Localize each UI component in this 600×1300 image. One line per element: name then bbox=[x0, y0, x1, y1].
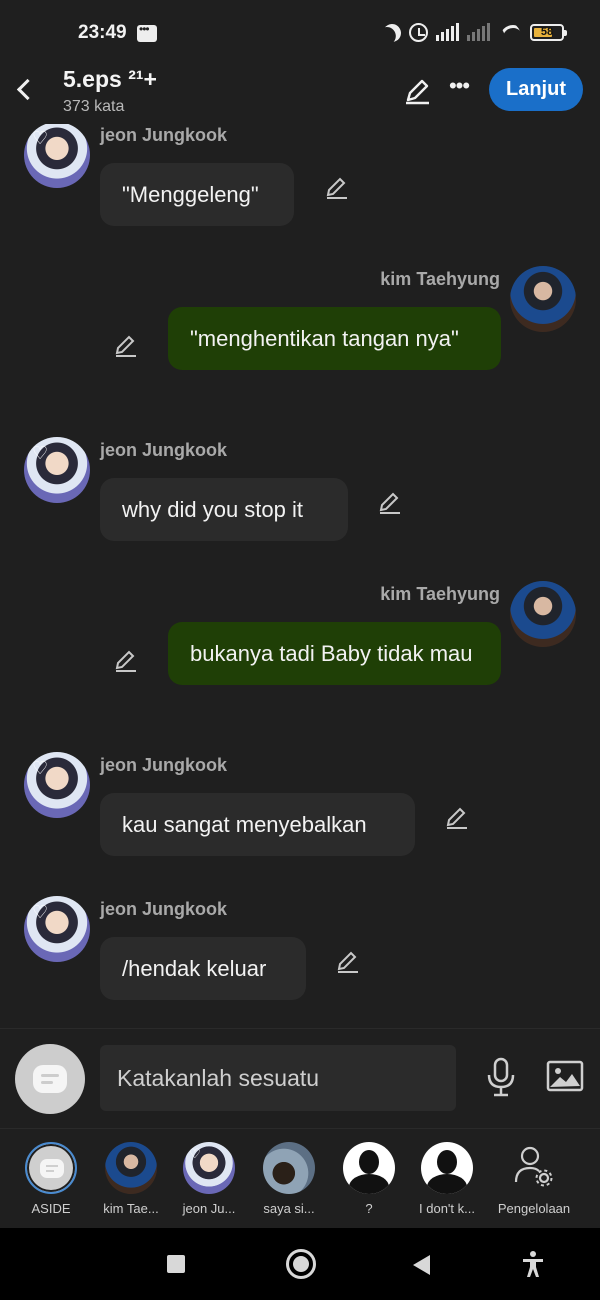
avatar-taehyung[interactable] bbox=[510, 581, 576, 647]
recent-apps-icon[interactable] bbox=[167, 1255, 185, 1273]
cast-taehyung[interactable]: kim Tae... bbox=[90, 1139, 172, 1225]
avatar-jungkook[interactable]: ♡ bbox=[24, 752, 90, 818]
microphone-icon[interactable] bbox=[484, 1056, 518, 1098]
heart-icon: ♡ bbox=[32, 443, 49, 463]
cast-label: kim Tae... bbox=[103, 1201, 159, 1216]
image-icon[interactable] bbox=[546, 1059, 584, 1093]
cast-label: saya si... bbox=[263, 1201, 315, 1216]
alarm-icon bbox=[409, 22, 428, 42]
cast-label: ASIDE bbox=[31, 1201, 71, 1216]
avatar-silhouette bbox=[343, 1142, 395, 1194]
message-bubble[interactable]: "menghentikan tangan nya" bbox=[168, 307, 501, 370]
signal-icon bbox=[436, 23, 459, 41]
edit-message-icon[interactable] bbox=[376, 489, 404, 517]
heart-icon: ♡ bbox=[32, 902, 49, 922]
back-button[interactable] bbox=[14, 76, 38, 102]
message-bubble[interactable]: /hendak keluar bbox=[100, 937, 306, 1000]
story-title: 5.eps ²¹+ bbox=[63, 66, 157, 92]
message-bubble[interactable]: why did you stop it bbox=[100, 478, 348, 541]
sender-name: jeon Jungkook bbox=[100, 899, 228, 919]
aside-toggle-button[interactable] bbox=[15, 1044, 85, 1114]
cast-management-button[interactable]: Pengelolaan bbox=[492, 1139, 576, 1225]
avatar-jungkook[interactable]: ♡ bbox=[24, 896, 90, 962]
edit-message-icon[interactable] bbox=[112, 332, 140, 360]
cast-dog[interactable]: saya si... bbox=[248, 1139, 330, 1225]
message-bubble[interactable]: "Menggeleng" bbox=[100, 163, 294, 226]
message-input[interactable]: Katakanlah sesuatu bbox=[100, 1045, 456, 1111]
cast-label: Pengelolaan bbox=[497, 1201, 571, 1216]
edit-message-icon[interactable] bbox=[443, 804, 471, 832]
edit-message-icon[interactable] bbox=[334, 948, 362, 976]
avatar-jungkook[interactable]: ♡ bbox=[24, 437, 90, 503]
sender-name: kim Taehyung bbox=[380, 269, 500, 289]
avatar-jungkook[interactable]: ♡ bbox=[24, 124, 90, 188]
cast-unknown[interactable]: ? bbox=[328, 1139, 410, 1225]
aside-icon bbox=[25, 1142, 77, 1194]
app-header: 5.eps ²¹+ 373 kata ••• Lanjut bbox=[0, 64, 600, 124]
cast-aside[interactable]: ASIDE bbox=[10, 1139, 92, 1225]
message-composer: Katakanlah sesuatu bbox=[0, 1028, 600, 1128]
manage-icon bbox=[514, 1144, 554, 1188]
avatar-jungkook: ♡ bbox=[183, 1142, 235, 1194]
heart-icon: ♡ bbox=[32, 758, 49, 778]
avatar-dog bbox=[263, 1142, 315, 1194]
avatar-taehyung[interactable] bbox=[510, 266, 576, 332]
message-bubble[interactable]: bukanya tadi Baby tidak mau bbox=[168, 622, 501, 685]
battery-icon: 58 bbox=[530, 23, 567, 41]
status-bar: 23:49 58 bbox=[0, 0, 600, 64]
cast-i-dont-know[interactable]: I don't k... bbox=[406, 1139, 488, 1225]
cast-label: ? bbox=[365, 1201, 373, 1216]
more-options-icon[interactable]: ••• bbox=[446, 74, 472, 104]
status-icons: 58 bbox=[383, 22, 567, 42]
avatar-silhouette bbox=[421, 1142, 473, 1194]
heart-icon: ♡ bbox=[32, 128, 49, 148]
message-bubble[interactable]: kau sangat menyebalkan bbox=[100, 793, 415, 856]
chat-area: ♡ jeon Jungkook "Menggeleng" kim Taehyun… bbox=[0, 124, 600, 1027]
character-bar: ASIDE kim Tae... ♡ jeon Ju... saya si...… bbox=[0, 1128, 600, 1228]
next-button[interactable]: Lanjut bbox=[489, 68, 583, 111]
edit-icon[interactable] bbox=[402, 76, 432, 106]
sender-name: jeon Jungkook bbox=[100, 440, 228, 460]
home-icon[interactable] bbox=[286, 1249, 316, 1279]
cast-label: jeon Ju... bbox=[182, 1201, 236, 1216]
system-navigation-bar bbox=[0, 1228, 600, 1300]
signal-2-icon bbox=[467, 23, 490, 41]
back-icon[interactable] bbox=[413, 1255, 430, 1275]
status-time: 23:49 bbox=[78, 22, 127, 43]
cast-jungkook[interactable]: ♡ jeon Ju... bbox=[168, 1139, 250, 1225]
edit-message-icon[interactable] bbox=[323, 174, 351, 202]
sender-name: kim Taehyung bbox=[380, 584, 500, 604]
message-notification-icon bbox=[137, 22, 157, 42]
sender-name: jeon Jungkook bbox=[100, 755, 228, 775]
aside-icon bbox=[33, 1065, 67, 1093]
accessibility-icon[interactable] bbox=[520, 1250, 546, 1278]
do-not-disturb-icon bbox=[380, 21, 405, 46]
wifi-icon bbox=[498, 23, 522, 41]
edit-message-icon[interactable] bbox=[112, 647, 140, 675]
battery-level: 58 bbox=[540, 25, 554, 38]
word-count: 373 kata bbox=[63, 98, 125, 115]
sender-name: jeon Jungkook bbox=[100, 125, 228, 145]
avatar-taehyung bbox=[105, 1142, 157, 1194]
cast-label: I don't k... bbox=[419, 1201, 475, 1216]
